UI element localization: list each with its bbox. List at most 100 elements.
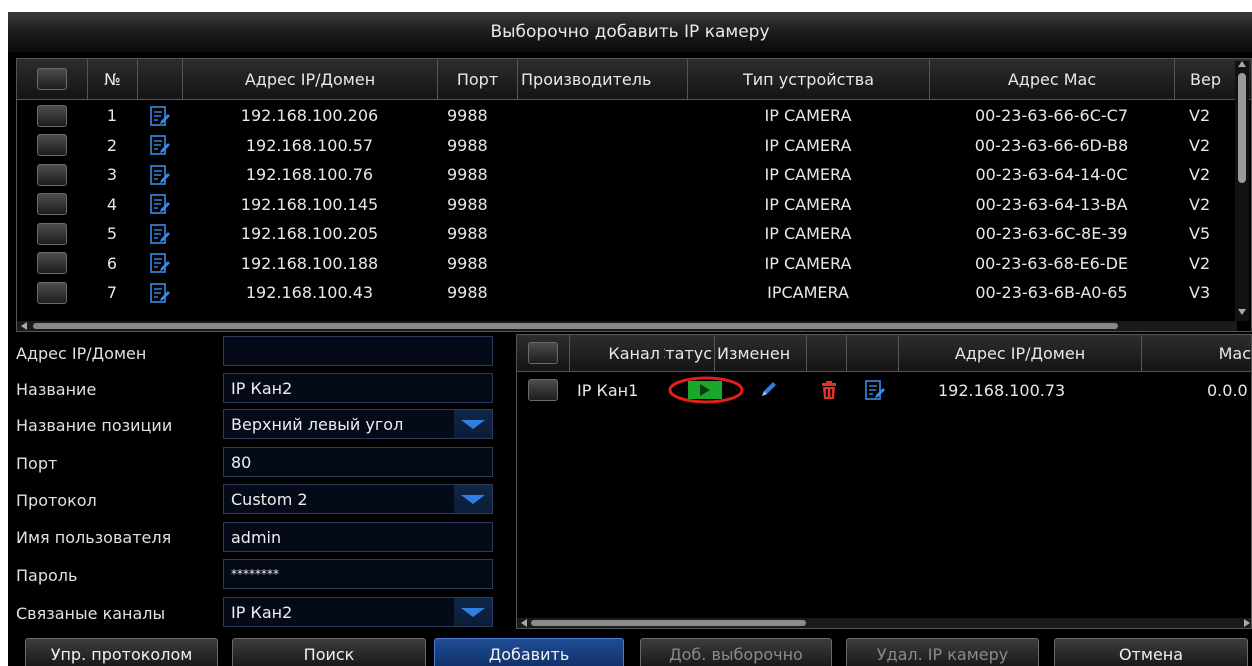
edit-document-icon[interactable] — [149, 164, 171, 186]
table-row[interactable]: 5 192.168.100.205 9988 IP CAMERA 00-23-63-6C… — [17, 219, 1251, 248]
table-row[interactable]: 3 192.168.100.76 9988 IP CAMERA 00-23-63-64-… — [17, 160, 1251, 189]
vertical-scrollbar[interactable] — [1235, 61, 1249, 321]
cell-manufacturer — [517, 160, 687, 189]
cell-device-type: IP CAMERA — [764, 253, 852, 273]
linked-channels-select[interactable]: IP Кан2 — [223, 597, 493, 627]
table-row[interactable]: 2 192.168.100.57 9988 IP CAMERA 00-23-63-66-… — [17, 131, 1251, 160]
camera-search-table: № Адрес IP/Домен Порт Производитель Тип … — [16, 58, 1252, 332]
cell-version: V2 — [1189, 165, 1211, 184]
col-header-no[interactable]: № — [87, 59, 137, 99]
row-checkbox[interactable] — [37, 222, 67, 245]
col-header-ip[interactable]: Адрес IP/Домен — [182, 59, 437, 99]
row-checkbox[interactable] — [37, 281, 67, 304]
cell-ip: 192.168.100.145 — [240, 194, 379, 214]
table-row[interactable]: 6 192.168.100.188 9988 IP CAMERA 00-23-63-68… — [17, 249, 1251, 278]
added-camera-row[interactable]: IP Кан1 192.168.100.73 0.0.0 — [517, 373, 1251, 407]
row-checkbox[interactable] — [37, 252, 67, 274]
horizontal-scrollbar[interactable] — [17, 321, 1237, 331]
col-header-version[interactable]: Вер — [1174, 59, 1234, 99]
edit-document-icon[interactable] — [149, 282, 171, 304]
added-horizontal-scroll-thumb[interactable] — [531, 620, 806, 626]
col-header-port[interactable]: Порт — [437, 59, 517, 99]
position-dropdown-button[interactable] — [454, 410, 492, 438]
table-row[interactable]: 1 192.168.100.206 9988 IP CAMERA 00-23-63-66… — [17, 101, 1251, 130]
edit-document-icon[interactable] — [149, 223, 171, 245]
cell-mac: 00-23-63-64-14-0C — [975, 165, 1128, 184]
add-ip-camera-dialog: Выборочно добавить IP камеру № Адрес IP/… — [8, 12, 1252, 666]
col-header-manufacturer[interactable]: Производитель — [517, 59, 687, 99]
add-selected-button[interactable]: Доб. выборочно — [640, 638, 832, 666]
position-label: Название позиции — [16, 416, 173, 435]
username-label: Имя пользователя — [16, 528, 172, 547]
name-field[interactable]: IP Кан2 — [223, 373, 493, 403]
cell-mac: 00-23-63-66-6D-B8 — [974, 135, 1129, 155]
added-select-all-checkbox[interactable] — [528, 342, 558, 364]
cell-port: 9988 — [447, 165, 488, 184]
linked-channels-value: IP Кан2 — [231, 602, 293, 622]
cell-ip: 192.168.100.57 — [245, 135, 374, 155]
ip-field[interactable] — [223, 336, 493, 366]
cell-no: 7 — [106, 283, 118, 302]
protocol-dropdown-button[interactable] — [454, 485, 492, 513]
scroll-up-icon[interactable] — [1238, 61, 1246, 67]
ip-label: Адрес IP/Домен — [16, 344, 147, 363]
select-all-checkbox[interactable] — [37, 68, 67, 90]
cell-no: 5 — [106, 224, 118, 243]
edit-document-icon[interactable] — [864, 379, 886, 401]
cell-ip: 192.168.100.205 — [240, 224, 379, 243]
scroll-down-icon[interactable] — [1238, 309, 1246, 315]
cell-port: 9988 — [447, 194, 488, 214]
row-checkbox[interactable] — [37, 104, 67, 127]
table-row[interactable]: 4 192.168.100.145 9988 IP CAMERA 00-23-63-64… — [17, 190, 1251, 219]
status-online-icon[interactable] — [666, 375, 746, 405]
password-field[interactable]: ******** — [223, 559, 493, 589]
port-field[interactable]: 80 — [223, 447, 493, 477]
cancel-button[interactable]: Отмена — [1054, 638, 1248, 666]
col-header-status[interactable]: Статус — [664, 335, 714, 371]
add-button[interactable]: Добавить — [434, 638, 624, 666]
cell-manufacturer — [517, 101, 687, 130]
edit-document-icon[interactable] — [149, 193, 171, 215]
col-header-added-mac[interactable]: Mac — [1141, 335, 1251, 371]
cell-device-type: IP CAMERA — [764, 106, 852, 125]
horizontal-scroll-thumb[interactable] — [33, 323, 1118, 329]
table-header: № Адрес IP/Домен Порт Производитель Тип … — [17, 59, 1251, 100]
protocol-management-button[interactable]: Упр. протоколом — [25, 638, 218, 666]
table-row[interactable]: 7 192.168.100.43 9988 IPCAMERA 00-23-63-6B-A… — [17, 278, 1251, 307]
col-header-channel[interactable]: Канал — [569, 335, 664, 371]
cell-device-type: IP CAMERA — [764, 165, 852, 184]
col-header-mac[interactable]: Адрес Mac — [929, 59, 1174, 99]
scroll-left-icon[interactable] — [521, 619, 527, 627]
cell-device-type: IP CAMERA — [764, 224, 852, 243]
trash-icon[interactable] — [818, 379, 840, 401]
delete-ip-camera-button[interactable]: Удал. IP камеру — [846, 638, 1039, 666]
col-header-device-type[interactable]: Тип устройства — [687, 59, 929, 99]
added-horizontal-scrollbar[interactable] — [517, 618, 1251, 628]
row-checkbox[interactable] — [37, 163, 67, 186]
row-checkbox[interactable] — [37, 193, 67, 215]
cell-version: V2 — [1189, 135, 1211, 155]
vertical-scroll-thumb[interactable] — [1238, 73, 1246, 183]
pencil-icon[interactable] — [757, 379, 779, 401]
edit-document-icon[interactable] — [149, 105, 171, 127]
cell-no: 6 — [106, 253, 118, 273]
row-checkbox[interactable] — [37, 134, 67, 156]
scroll-right-icon[interactable] — [1244, 619, 1250, 627]
edit-document-icon[interactable] — [149, 134, 171, 156]
cell-manufacturer — [517, 190, 687, 219]
cell-no: 1 — [106, 106, 118, 125]
row-checkbox[interactable] — [528, 379, 558, 401]
protocol-label: Протокол — [16, 491, 97, 510]
protocol-select[interactable]: Custom 2 — [223, 484, 493, 514]
linked-channels-dropdown-button[interactable] — [454, 598, 492, 626]
username-field[interactable]: admin — [223, 522, 493, 552]
edit-document-icon[interactable] — [149, 252, 171, 274]
cell-version: V5 — [1189, 224, 1211, 243]
position-select[interactable]: Верхний левый угол — [223, 409, 493, 439]
cell-port: 9988 — [447, 283, 488, 302]
col-header-added-ip[interactable]: Адрес IP/Домен — [898, 335, 1141, 371]
search-button[interactable]: Поиск — [232, 638, 426, 666]
cell-port: 9988 — [447, 253, 488, 273]
scroll-left-icon[interactable] — [21, 322, 27, 330]
col-header-change[interactable]: Изменен — [714, 335, 806, 371]
